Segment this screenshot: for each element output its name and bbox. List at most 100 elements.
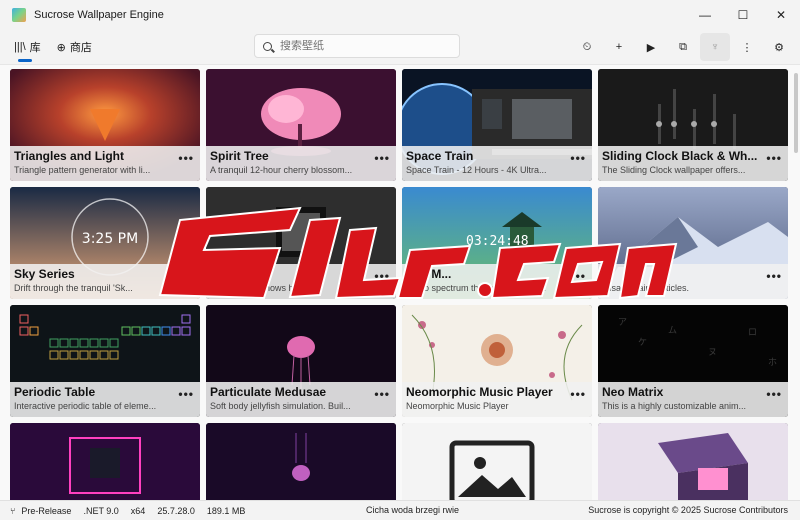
wallpaper-title: Space Train bbox=[406, 149, 474, 163]
wallpaper-title: Neomorphic Music Player bbox=[406, 385, 553, 399]
status-copyright: Sucrose is copyright © 2025 Sucrose Cont… bbox=[588, 505, 788, 515]
theme-button[interactable]: ♆ bbox=[700, 33, 730, 61]
wallpaper-description: Space Train - 12 Hours - 4K Ultra... bbox=[406, 165, 547, 175]
more-options-button[interactable]: ⋮ bbox=[732, 33, 762, 61]
wallpaper-info: Si...tem ...paper that shows har... ••• bbox=[206, 264, 396, 299]
wallpaper-thumbnail bbox=[10, 423, 200, 500]
more-options-icon[interactable]: ••• bbox=[570, 269, 586, 283]
wallpaper-card[interactable]: Si...tem ...paper that shows har... ••• bbox=[206, 187, 396, 299]
wallpaper-info: Sliding Clock Black & Wh... The Sliding C… bbox=[598, 146, 788, 181]
wallpaper-card[interactable]: Space Train Space Train - 12 Hours - 4K U… bbox=[402, 69, 592, 181]
more-options-icon[interactable]: ••• bbox=[178, 387, 194, 401]
more-options-icon[interactable]: ••• bbox=[178, 269, 194, 283]
tab-library[interactable]: |||\ 库 bbox=[6, 32, 49, 62]
svg-text:ム: ム bbox=[668, 325, 677, 336]
tab-store-label: 商店 bbox=[69, 42, 92, 54]
tab-library-label: 库 bbox=[29, 42, 41, 54]
minimize-button[interactable]: — bbox=[686, 0, 724, 30]
wallpaper-card[interactable]: 3:25 PM Sky Series Drift through the tranq… bbox=[10, 187, 200, 299]
wallpaper-info: Periodic Table Interactive periodic table… bbox=[10, 382, 200, 417]
title-bar: Sucrose Wallpaper Engine — ☐ ✕ bbox=[0, 0, 800, 30]
wallpaper-card[interactable]: Neomorphic Music Player Neomorphic Music … bbox=[402, 305, 592, 417]
history-button[interactable]: ⏲ bbox=[572, 33, 602, 61]
wallpaper-description: This is a highly customizable anim... bbox=[602, 401, 747, 411]
svg-text:3:25 PM: 3:25 PM bbox=[82, 231, 138, 247]
play-button[interactable]: ▶ bbox=[636, 33, 666, 61]
wallpaper-card[interactable] bbox=[206, 423, 396, 500]
wallpaper-card[interactable]: 03:24:48 Ray M... Audio spectrum that reac… bbox=[402, 187, 592, 299]
svg-text:ホ: ホ bbox=[768, 357, 777, 368]
wallpaper-description: Neomorphic Music Player bbox=[406, 401, 509, 411]
wallpaper-info: ... ...isable rain particles. ••• bbox=[598, 264, 788, 299]
wallpaper-info: Particulate Medusae Soft body jellyfish s… bbox=[206, 382, 396, 417]
wallpaper-card[interactable] bbox=[598, 423, 788, 500]
svg-text:ロ: ロ bbox=[748, 328, 757, 338]
wallpaper-title: Si...tem bbox=[210, 267, 253, 281]
svg-text:ア: ア bbox=[618, 318, 627, 328]
wallpaper-title: Ray M... bbox=[406, 267, 452, 281]
wallpaper-card[interactable]: Triangles and Light Triangle pattern gene… bbox=[10, 69, 200, 181]
wallpaper-description: ...isable rain particles. bbox=[602, 283, 690, 293]
more-options-icon[interactable]: ••• bbox=[570, 387, 586, 401]
close-button[interactable]: ✕ bbox=[762, 0, 800, 30]
wallpaper-info: Space Train Space Train - 12 Hours - 4K U… bbox=[402, 146, 592, 181]
more-options-icon[interactable]: ••• bbox=[374, 269, 390, 283]
wallpaper-title: Neo Matrix bbox=[602, 385, 664, 399]
wallpaper-card[interactable]: ... ...isable rain particles. ••• bbox=[598, 187, 788, 299]
wallpaper-card[interactable] bbox=[10, 423, 200, 500]
library-icon: |||\ bbox=[14, 41, 26, 53]
wallpaper-library: Triangles and Light Triangle pattern gene… bbox=[0, 64, 800, 500]
status-version: 25.7.28.0 bbox=[157, 505, 195, 516]
branch-icon: ⑂ bbox=[10, 505, 16, 516]
wallpaper-description: Triangle pattern generator with li... bbox=[14, 165, 151, 175]
wallpaper-card[interactable]: Periodic Table Interactive periodic table… bbox=[10, 305, 200, 417]
wallpaper-info: Neo Matrix This is a highly customizable … bbox=[598, 382, 788, 417]
more-options-icon[interactable]: ••• bbox=[570, 151, 586, 165]
wallpaper-info: Ray M... Audio spectrum that reacts with … bbox=[402, 264, 592, 299]
wallpaper-title: Spirit Tree bbox=[210, 149, 269, 163]
wallpaper-thumbnail bbox=[402, 423, 592, 500]
wallpaper-description: A tranquil 12-hour cherry blossom... bbox=[210, 165, 353, 175]
more-options-icon[interactable]: ••• bbox=[178, 151, 194, 165]
search-box[interactable] bbox=[254, 34, 460, 58]
wallpaper-card[interactable]: Spirit Tree A tranquil 12-hour cherry blo… bbox=[206, 69, 396, 181]
wallpaper-card[interactable]: Particulate Medusae Soft body jellyfish s… bbox=[206, 305, 396, 417]
tab-store[interactable]: ⊕ 商店 bbox=[49, 32, 100, 62]
svg-text:03:24:48: 03:24:48 bbox=[466, 234, 529, 249]
more-options-icon[interactable]: ••• bbox=[374, 387, 390, 401]
status-bar: ⑂ Pre-Release .NET 9.0 x64 25.7.28.0 189… bbox=[0, 500, 800, 520]
settings-button[interactable]: ⚙ bbox=[764, 33, 794, 61]
status-channel: Pre-Release bbox=[21, 505, 72, 516]
wallpaper-title: Triangles and Light bbox=[14, 149, 125, 163]
toolbar: ⏲ + ▶ ⧉ ♆ ⋮ ⚙ bbox=[572, 33, 794, 61]
more-options-icon[interactable]: ••• bbox=[374, 151, 390, 165]
status-memory: 189.1 MB bbox=[206, 505, 246, 516]
nav-bar: |||\ 库 ⊕ 商店 ⏲ + ▶ ⧉ ♆ ⋮ ⚙ bbox=[0, 30, 800, 64]
wallpaper-title: Particulate Medusae bbox=[210, 385, 327, 399]
more-options-icon[interactable]: ••• bbox=[766, 387, 782, 401]
add-button[interactable]: + bbox=[604, 33, 634, 61]
wallpaper-card[interactable]: Sliding Clock Black & Wh... The Sliding C… bbox=[598, 69, 788, 181]
search-input[interactable] bbox=[280, 40, 450, 52]
wallpaper-card[interactable] bbox=[402, 423, 592, 500]
wallpaper-card[interactable]: アケ ムヌ ロホ Neo Matrix This is a highly customi… bbox=[598, 305, 788, 417]
more-options-icon[interactable]: ••• bbox=[766, 151, 782, 165]
wallpaper-info: Triangles and Light Triangle pattern gene… bbox=[10, 146, 200, 181]
status-arch: x64 bbox=[130, 505, 146, 516]
status-quote: Cicha woda brzegi rwie bbox=[366, 505, 460, 515]
wallpaper-description: Drift through the tranquil 'Sk... bbox=[14, 283, 133, 293]
wallpaper-info: Spirit Tree A tranquil 12-hour cherry blo… bbox=[206, 146, 396, 181]
more-options-icon[interactable]: ••• bbox=[766, 269, 782, 283]
wallpaper-info: Neomorphic Music Player Neomorphic Music … bbox=[402, 382, 592, 417]
wallpaper-description: Audio spectrum that reacts with s... bbox=[406, 283, 547, 293]
display-button[interactable]: ⧉ bbox=[668, 33, 698, 61]
status-runtime: .NET 9.0 bbox=[83, 505, 119, 516]
wallpaper-title: ... bbox=[602, 267, 613, 281]
maximize-button[interactable]: ☐ bbox=[724, 0, 762, 30]
scrollbar[interactable] bbox=[794, 73, 798, 153]
globe-icon: ⊕ bbox=[56, 41, 66, 54]
wallpaper-description: ...paper that shows har... bbox=[210, 283, 309, 293]
wallpaper-title: Periodic Table bbox=[14, 385, 96, 399]
wallpaper-description: Interactive periodic table of eleme... bbox=[14, 401, 157, 411]
wallpaper-info: Sky Series Drift through the tranquil 'Sk… bbox=[10, 264, 200, 299]
